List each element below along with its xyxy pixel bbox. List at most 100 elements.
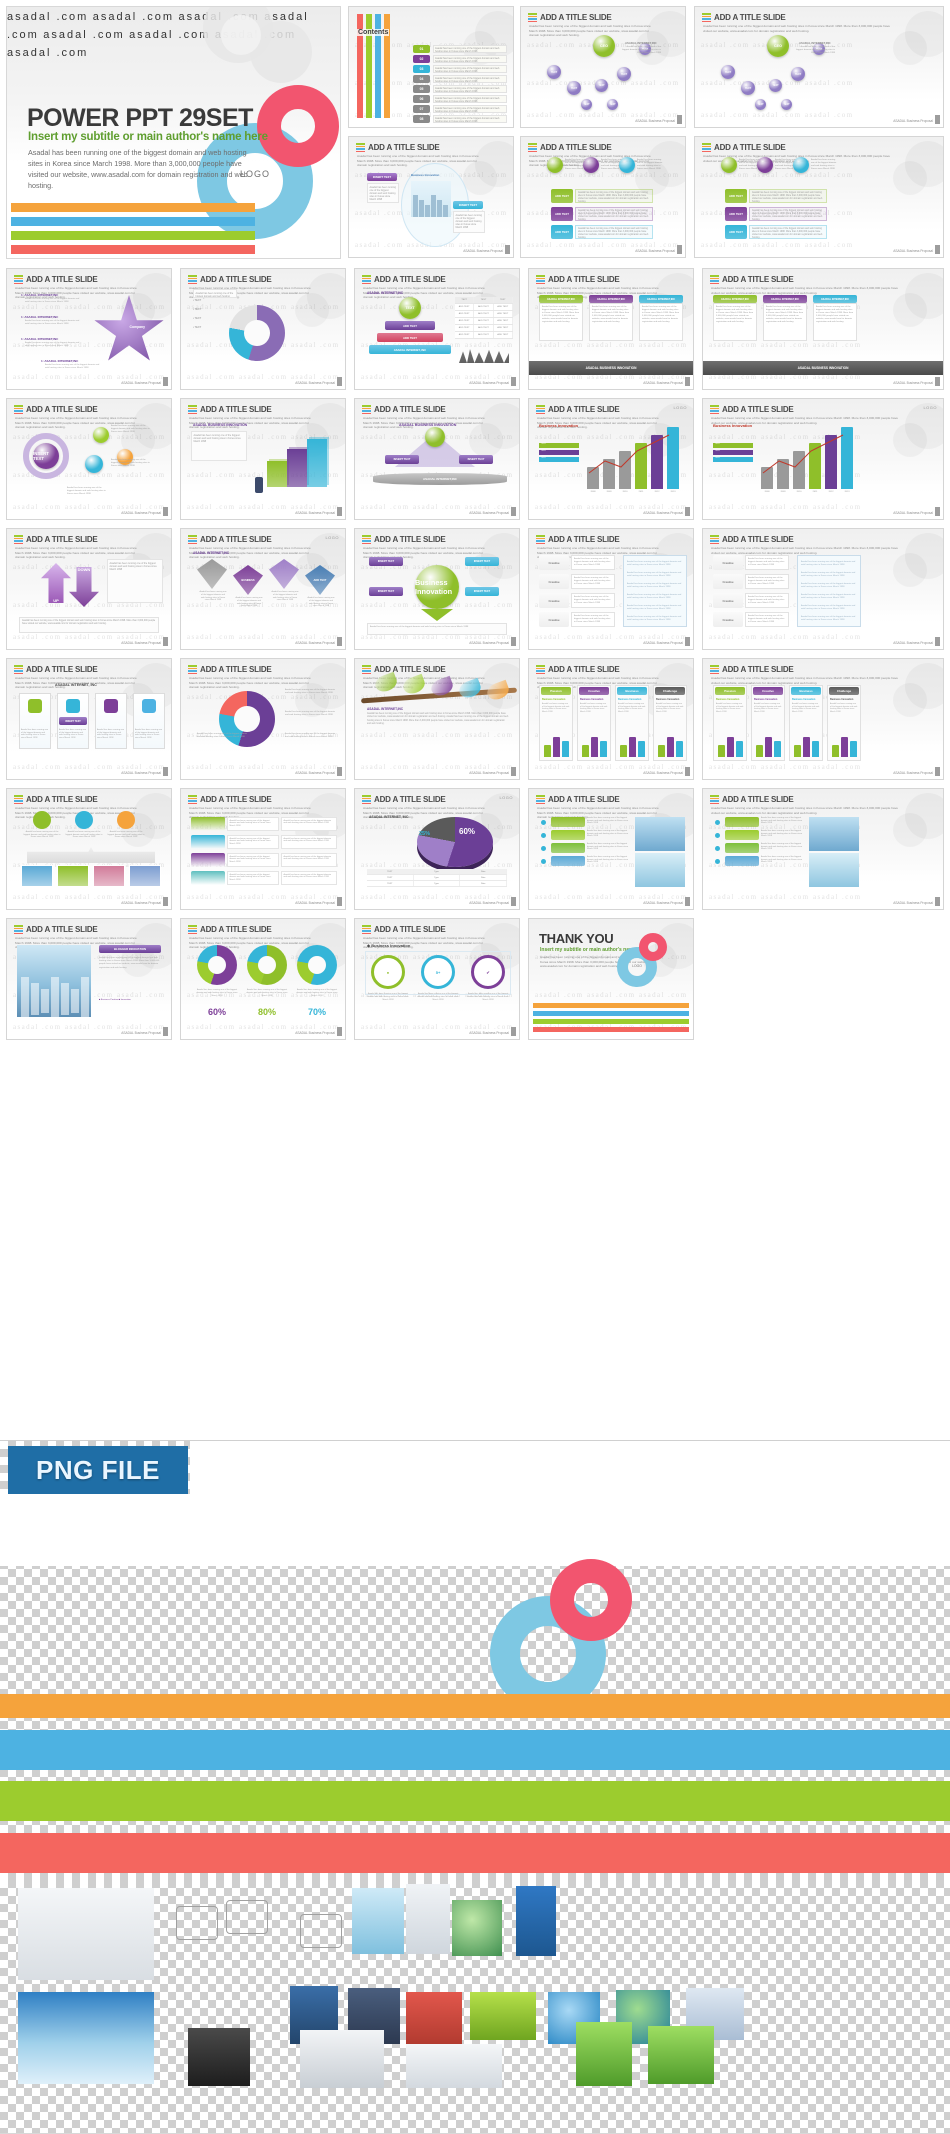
globe-leaf-icon[interactable]	[452, 1900, 502, 1956]
slide-thumbnail-two-col-list[interactable]: asadal .comasadal .comasadal .comasadal …	[702, 528, 944, 650]
list-chip[interactable]: Creative	[539, 612, 569, 627]
panel-head[interactable]: ASADAL INTERNET,INC	[539, 295, 583, 303]
pyramid-mid2[interactable]: ADD TEXT	[377, 333, 443, 342]
row-chip[interactable]	[191, 817, 225, 831]
best-tag-icon[interactable]	[300, 1914, 342, 1948]
home-icon[interactable]	[648, 2026, 714, 2084]
list-chip[interactable]	[551, 843, 585, 853]
photo-thumb[interactable]	[635, 853, 685, 887]
card-title[interactable]: Creative	[753, 687, 783, 695]
panel-head[interactable]: ASADAL INTERNET,INC	[713, 295, 757, 303]
top-node[interactable]	[619, 157, 635, 173]
slide-thumbnail-updown[interactable]: asadal .comasadal .comasadal .comasadal …	[6, 528, 172, 650]
list-chip[interactable]: Creative	[539, 574, 569, 589]
smiley-at-icon[interactable]	[226, 1900, 268, 1934]
slide-thumbnail-diamonds[interactable]: asadal .com asadal .com asadal .com asadal …	[180, 528, 346, 650]
list-chip[interactable]	[725, 817, 759, 827]
search-document-icon[interactable]	[176, 1906, 218, 1940]
top-node[interactable]	[721, 157, 737, 173]
funnel-chip[interactable]: INSERT TEXT	[465, 557, 499, 566]
list-chip[interactable]: Creative	[713, 612, 743, 627]
slide-thumbnail-four-bars[interactable]: asadal .comasadal .comasadal .comasadal …	[702, 658, 944, 780]
slide-thumbnail-four-bars[interactable]: asadal .comasadal .comasadal .comasadal …	[528, 658, 694, 780]
card-chip[interactable]: INSERT TEXT	[59, 717, 87, 725]
leaf-shape[interactable]	[456, 677, 484, 701]
funnel-chip[interactable]: INSERT TEXT	[369, 557, 403, 566]
slide-thumbnail-arrow-photos[interactable]: asadal .comasadal .comasadal .comasadal …	[6, 788, 172, 910]
person-folder-icon[interactable]	[352, 1888, 404, 1954]
pyramid-mid[interactable]: ADD TEXT	[385, 321, 435, 330]
panel-head[interactable]: ASADAL INTERNET,INC	[813, 295, 857, 303]
slide-thumbnail-circle-icons[interactable]: asadal .com asadal .com asadal .com asadal …	[6, 398, 172, 520]
top-node[interactable]	[793, 157, 809, 173]
org-node[interactable]: TEXT	[755, 99, 766, 110]
row-chip[interactable]	[191, 835, 225, 849]
slide-thumbnail-table-rows[interactable]: asadal .comasadal .comasadal .comasadal …	[180, 788, 346, 910]
slide-thumbnail-star-company[interactable]: asadal .com asadal .com asadal .com asadal …	[6, 268, 172, 390]
list-chip[interactable]	[725, 856, 759, 866]
slide-thumbnail-org-chart[interactable]: asadal .com asadal .com asadal .com asadal …	[520, 6, 686, 128]
office-desk-photo[interactable]	[18, 1888, 154, 1980]
list-chip[interactable]: Creative	[539, 555, 569, 570]
slide-thumbnail-two-col-list[interactable]: asadal .comasadal .comasadal .comasadal …	[528, 528, 694, 650]
slide-thumbnail-donut-list[interactable]: asadal .comasadal .comasadal .comasadal …	[180, 268, 346, 390]
slide-thumbnail-panels-grey[interactable]: asadal .com asadal .com asadal .com asadal …	[702, 268, 944, 390]
contents-row-number[interactable]: 06	[413, 95, 430, 103]
photo-thumb[interactable]	[809, 853, 859, 887]
row-chip[interactable]: ADD TEXT	[551, 207, 573, 221]
leaf-shape[interactable]	[400, 673, 428, 697]
list-chip[interactable]: Creative	[539, 593, 569, 608]
slide-thumbnail-bar-chart-line[interactable]: asadal .com asadal .com asadal .com asadal …	[702, 398, 944, 520]
down-arrow[interactable]: DOWN	[69, 567, 99, 607]
tree-icon[interactable]	[576, 2022, 632, 2086]
slide-thumbnail-three-rows[interactable]: asadal .com asadal .com asadal .com asadal …	[694, 136, 944, 258]
factory-coin-icon[interactable]	[300, 2030, 384, 2088]
photo-thumb[interactable]	[809, 817, 859, 851]
slide-thumbnail-city-photo[interactable]: asadal .comasadal .comasadal .comasadal …	[6, 918, 172, 1040]
top-icon[interactable]	[33, 811, 51, 829]
slide-thumbnail-list-photo[interactable]: asadal .comasadal .comasadal .comasadal …	[702, 788, 944, 910]
icon-node[interactable]	[93, 427, 109, 443]
list-chip[interactable]: Creative	[713, 555, 743, 570]
slide-thumbnail-leaves[interactable]: asadal .comasadal .comasadal .comasadal …	[354, 658, 520, 780]
center-node[interactable]: INSERT TEXT	[33, 443, 59, 469]
podium-chip[interactable]: INSERT TEXT	[459, 455, 493, 464]
slide-thumbnail-org-chart[interactable]: asadal .com asadal .com asadal .com asadal …	[694, 6, 944, 128]
houses-icon[interactable]	[406, 2044, 502, 2088]
list-chip[interactable]	[725, 843, 759, 853]
business-team-photo[interactable]	[178, 1984, 288, 2084]
card-title[interactable]: Passion	[541, 687, 571, 695]
photo-thumb[interactable]	[93, 865, 125, 887]
slide-thumbnail-three-rows[interactable]: asadal .com asadal .com asadal .com asadal …	[520, 136, 686, 258]
list-chip[interactable]	[551, 856, 585, 866]
list-chip[interactable]: Creative	[713, 593, 743, 608]
caption-chip[interactable]: BLOGGER INNOVATION	[99, 945, 161, 953]
row-chip[interactable]: ADD TEXT	[725, 225, 747, 239]
pyramid-top[interactable]: TEXT	[399, 297, 421, 319]
cube-block[interactable]	[287, 449, 307, 487]
ceo-node[interactable]: CEO	[593, 35, 615, 57]
contents-row-number[interactable]: 05	[413, 85, 430, 93]
org-node[interactable]: TEXT	[595, 79, 608, 92]
row-chip[interactable]: ADD TEXT	[551, 189, 573, 203]
contents-row-number[interactable]: 08	[413, 115, 430, 123]
org-node[interactable]: TEXT	[567, 81, 581, 95]
org-node[interactable]: TEXT	[791, 67, 805, 81]
contents-row-number[interactable]: 04	[413, 75, 430, 83]
diamond-shape[interactable]: BUSINESS	[233, 565, 263, 595]
row-chip[interactable]: ADD TEXT	[551, 225, 573, 239]
photo-thumb[interactable]	[635, 817, 685, 851]
businessman-icon[interactable]	[406, 1884, 450, 1954]
photo-thumb[interactable]	[57, 865, 89, 887]
slide-thumbnail-thankyou[interactable]: asadal .com asadal .com asadal .com asadal …	[528, 918, 694, 1040]
top-node[interactable]	[547, 157, 563, 173]
row-chip[interactable]: ADD TEXT	[725, 189, 747, 203]
diamond-shape[interactable]	[269, 559, 299, 589]
up-arrow[interactable]: UP	[41, 563, 71, 603]
slide-thumbnail-city-circle[interactable]: asadal .comasadal .comasadal .comasadal …	[348, 136, 514, 258]
funnel-chip[interactable]: INSERT TEXT	[465, 587, 499, 596]
diamond-shape[interactable]	[197, 559, 227, 589]
slide-thumbnail-donut-percent[interactable]: asadal .com asadal .com asadal .com asadal …	[180, 918, 346, 1040]
cube-block[interactable]	[267, 461, 287, 487]
panel-head[interactable]: ASADAL INTERNET,INC	[763, 295, 807, 303]
